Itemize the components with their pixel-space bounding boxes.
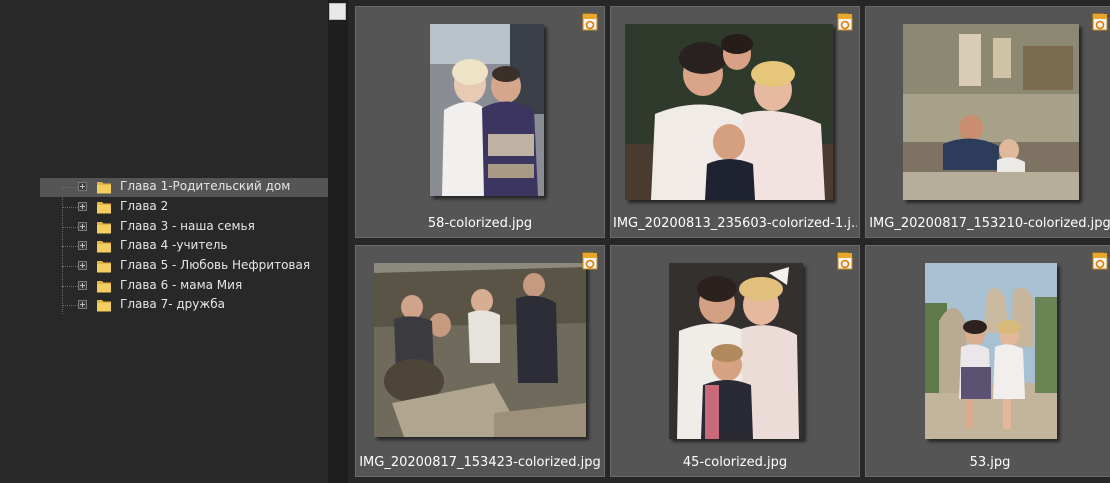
thumbnail-cell[interactable]: 45-colorized.jpg [610,245,860,477]
zip-icon [837,13,853,31]
zip-icon [837,252,853,270]
expand-icon[interactable] [78,281,87,290]
zip-icon [582,13,598,31]
tree-item-5[interactable]: Глава 5 - Любовь Нефритовая [40,257,328,276]
zip-icon [1092,252,1108,270]
expand-icon[interactable] [78,182,87,191]
folder-icon [97,241,111,253]
tree-connector [62,286,78,287]
photo-thumbnail[interactable] [903,24,1079,200]
tree-item-label: Глава 6 - мама Мия [120,278,243,292]
tree-item-6[interactable]: Глава 6 - мама Мия [40,277,328,296]
zip-icon [582,252,598,270]
tree-item-label: Глава 5 - Любовь Нефритовая [120,258,311,272]
thumbnail-cell[interactable]: IMG_20200817_153210-colorized.jpg [865,6,1110,238]
thumbnail-filename: IMG_20200817_153210-colorized.jpg [869,216,1110,231]
scrollbar-thumb[interactable] [329,3,346,20]
tree-item-2[interactable]: Глава 2 [40,198,328,217]
thumbnail-cell[interactable]: 58-colorized.jpg [355,6,605,238]
expand-icon[interactable] [78,202,87,211]
thumbnail-grid: 58-colorized.jpg IMG_20200813_235603-col… [348,0,1110,483]
expand-icon[interactable] [78,261,87,270]
thumbnail-filename: IMG_20200813_235603-colorized-1.j... [613,216,857,231]
folder-icon [97,261,111,273]
tree-item-7[interactable]: Глава 7- дружба [40,296,328,315]
zip-icon [1092,13,1108,31]
thumbnail-filename: 45-colorized.jpg [682,455,788,470]
photo-thumbnail[interactable] [669,263,803,439]
photo-thumbnail[interactable] [374,263,586,437]
tree-connector [62,266,78,267]
thumbnail-cell[interactable]: IMG_20200817_153423-colorized.jpg [355,245,605,477]
tree-connector [62,187,78,188]
tree-item-3[interactable]: Глава 3 - наша семья [40,218,328,237]
tree-item-1[interactable]: Глава 1-Родительский дом [40,178,328,197]
tree-connector [62,227,78,228]
tree-item-label: Глава 1-Родительский дом [120,179,291,193]
folder-icon [97,222,111,234]
thumbnail-filename: 53.jpg [969,455,1011,470]
tree-item-4[interactable]: Глава 4 -учитель [40,237,328,256]
expand-icon[interactable] [78,241,87,250]
expand-icon[interactable] [78,300,87,309]
tree-connector [62,246,78,247]
expand-icon[interactable] [78,222,87,231]
thumbnail-cell[interactable]: 53.jpg [865,245,1110,477]
folder-icon [97,182,111,194]
folder-icon [97,202,111,214]
tree-connector [62,207,78,208]
thumbnail-cell[interactable]: IMG_20200813_235603-colorized-1.j... [610,6,860,238]
photo-thumbnail[interactable] [625,24,833,200]
tree-item-label: Глава 4 -учитель [120,238,228,252]
photo-thumbnail[interactable] [925,263,1057,439]
tree-connector [62,305,78,306]
folder-tree: Глава 1-Родительский дом Глава 2 Глава 3… [0,0,328,483]
folder-icon [97,300,111,312]
tree-scrollbar[interactable] [328,0,348,483]
thumbnail-filename: IMG_20200817_153423-colorized.jpg [359,455,601,470]
tree-item-label: Глава 7- дружба [120,297,225,311]
folder-icon [97,281,111,293]
tree-item-label: Глава 2 [120,199,169,213]
tree-item-label: Глава 3 - наша семья [120,219,255,233]
photo-thumbnail[interactable] [430,24,544,196]
thumbnail-filename: 58-colorized.jpg [427,216,533,231]
